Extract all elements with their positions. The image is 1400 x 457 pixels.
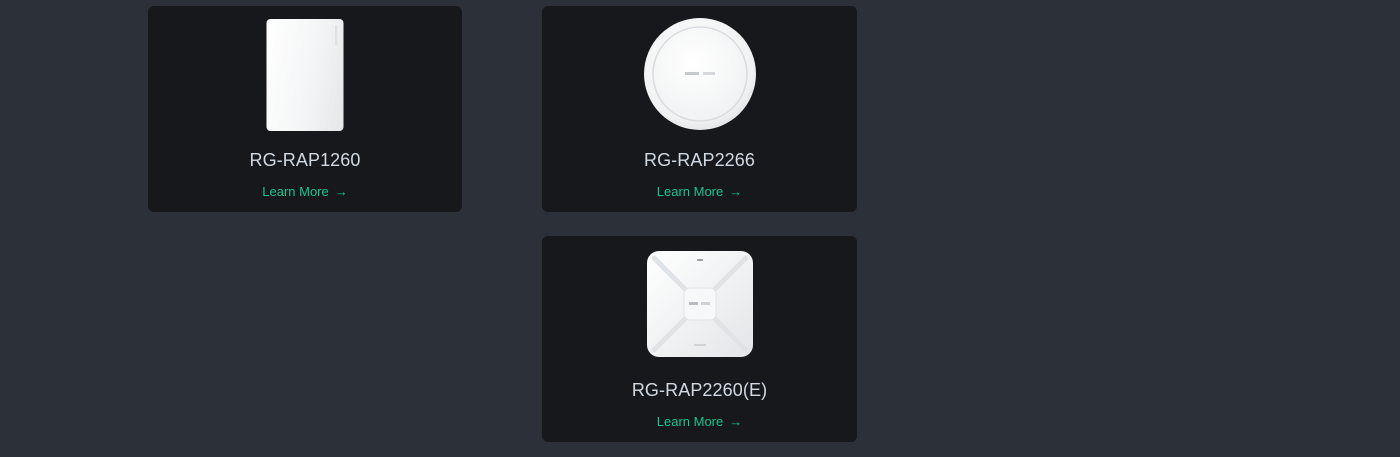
product-title: RG-RAP2260(E) [631, 380, 768, 400]
product-title: RG-RAP1260 [249, 150, 361, 170]
square-ceiling-access-point-image[interactable] [646, 250, 754, 358]
round-ceiling-access-point-image[interactable] [643, 17, 757, 131]
arrow-right-icon: → [334, 184, 348, 199]
learn-more-link[interactable]: Learn More → [542, 414, 857, 429]
learn-more-link[interactable]: Learn More → [148, 184, 462, 199]
wall-plate-access-point-image[interactable] [266, 19, 344, 131]
arrow-right-icon: → [729, 414, 743, 429]
product-title: RG-RAP2266 [643, 150, 756, 170]
product-card-rg-rap1260[interactable]: RG-RAP1260 Learn More → [148, 6, 462, 212]
product-card-rg-rap2266[interactable]: RG-RAP2266 Learn More → [542, 6, 857, 212]
arrow-right-icon: → [729, 184, 743, 199]
learn-more-label: Learn More [262, 184, 329, 199]
learn-more-link[interactable]: Learn More → [542, 184, 857, 199]
learn-more-label: Learn More [656, 184, 724, 199]
device-edge-detail [335, 25, 341, 45]
learn-more-label: Learn More [656, 414, 724, 429]
product-card-rg-rap2260e[interactable]: RG-RAP2260(E) Learn More → [542, 236, 857, 442]
